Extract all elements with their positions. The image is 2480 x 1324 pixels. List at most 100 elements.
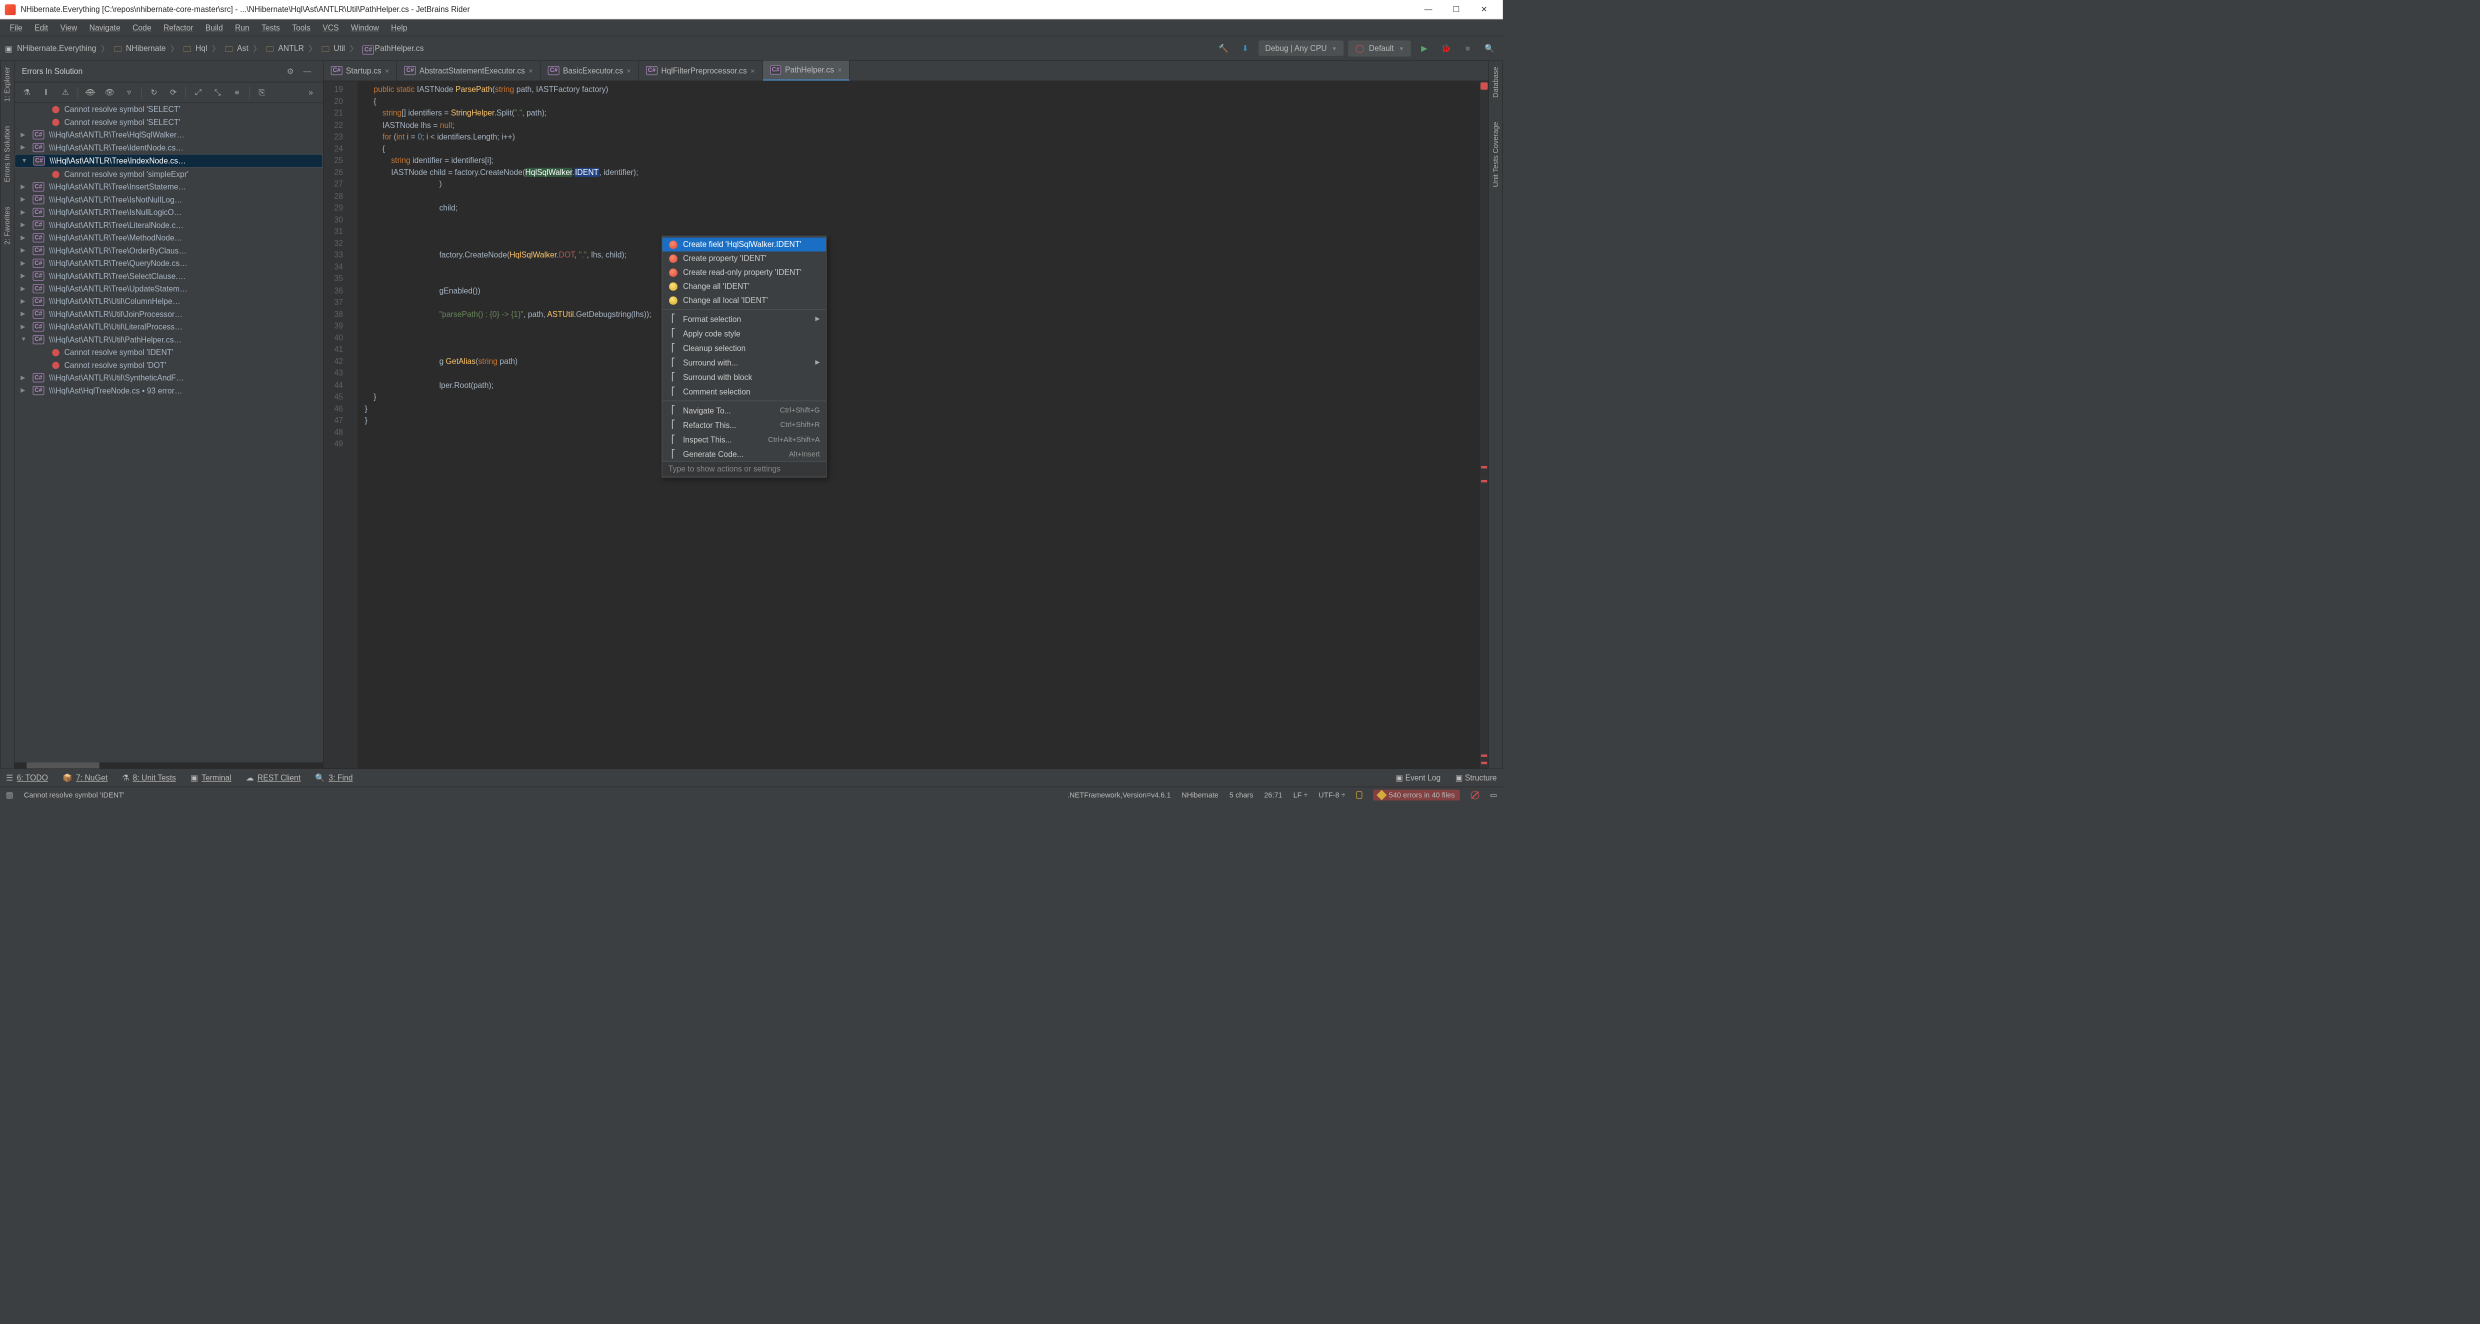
file-item[interactable]: ▶C# \\\Hql\Ast\ANTLR\Tree\MethodNode…: [15, 231, 323, 244]
breadcrumb-item[interactable]: 🗀ANTLR: [266, 44, 304, 53]
run-button[interactable]: ▶: [1416, 40, 1433, 57]
filter-icon[interactable]: ▿: [122, 85, 137, 100]
file-item[interactable]: ▼C# \\\Hql\Ast\ANTLR\Util\PathHelper.cs…: [15, 333, 323, 346]
tool-window-button[interactable]: ▣ Terminal: [191, 773, 232, 783]
launch-selector[interactable]: ◯ Default ▼: [1349, 40, 1411, 56]
error-item[interactable]: Cannot resolve symbol 'SELECT': [15, 103, 323, 116]
editor-tab[interactable]: C#HqlFilterPreprocessor.cs×: [639, 61, 763, 81]
panel-scrollbar[interactable]: [15, 762, 323, 768]
eye-icon[interactable]: 👁: [102, 85, 117, 100]
menu-window[interactable]: Window: [345, 21, 385, 35]
menu-view[interactable]: View: [54, 21, 83, 35]
context-menu-item[interactable]: ⎡Apply code style: [662, 326, 826, 341]
menu-run[interactable]: Run: [229, 21, 256, 35]
menu-vcs[interactable]: VCS: [317, 21, 345, 35]
close-tab-icon[interactable]: ×: [529, 66, 533, 74]
context-menu-item[interactable]: ⎡Comment selection: [662, 384, 826, 399]
file-item[interactable]: ▶C# \\\Hql\Ast\ANTLR\Tree\InsertStateme…: [15, 181, 323, 194]
gear-icon[interactable]: ⚙: [282, 63, 299, 80]
breadcrumb-item[interactable]: ▣NHibernate.Everything: [5, 44, 96, 53]
status-errors[interactable]: 540 errors in 40 files: [1373, 789, 1459, 800]
file-item[interactable]: ▶C# \\\Hql\Ast\ANTLR\Util\SyntheticAndF…: [15, 371, 323, 384]
minimize-button[interactable]: —: [1414, 0, 1442, 19]
file-item[interactable]: ▶C# \\\Hql\Ast\HqlTreeNode.cs • 93 error…: [15, 384, 323, 397]
tool-window-button[interactable]: ▣ Structure: [1455, 773, 1497, 783]
tool-window-button[interactable]: ☁ REST Client: [246, 773, 301, 783]
analyze-icon[interactable]: ⚗: [19, 85, 34, 100]
context-menu-item[interactable]: ⎡Surround with block: [662, 370, 826, 385]
file-item[interactable]: ▶C# \\\Hql\Ast\ANTLR\Tree\LiteralNode.c…: [15, 219, 323, 232]
error-item[interactable]: Cannot resolve symbol 'IDENT': [15, 346, 323, 359]
file-item[interactable]: ▶C# \\\Hql\Ast\ANTLR\Util\JoinProcessor…: [15, 308, 323, 321]
error-item[interactable]: Cannot resolve symbol 'simpleExpr': [15, 168, 323, 181]
status-eol[interactable]: LF ÷: [1293, 791, 1308, 799]
update-button[interactable]: ⬇: [1237, 40, 1254, 57]
file-item[interactable]: ▶C# \\\Hql\Ast\ANTLR\Tree\UpdateStatem…: [15, 282, 323, 295]
menu-file[interactable]: File: [4, 21, 29, 35]
breadcrumb-item[interactable]: C#PathHelper.cs: [363, 44, 424, 53]
file-item[interactable]: ▶C# \\\Hql\Ast\ANTLR\Util\ColumnHelpe…: [15, 295, 323, 308]
code-content[interactable]: public static IASTNode ParsePath(string …: [358, 81, 1480, 768]
tool-window-button[interactable]: 📦 7: NuGet: [63, 773, 108, 783]
right-tab[interactable]: Database: [1491, 67, 1499, 98]
memory-widget[interactable]: ▭: [1490, 791, 1497, 799]
pause-icon[interactable]: ‖: [39, 85, 54, 100]
menu-tests[interactable]: Tests: [256, 21, 287, 35]
tool-window-button[interactable]: ▣ Event Log: [1396, 773, 1441, 783]
context-menu-item[interactable]: ⎡Refactor This...Ctrl+Shift+R: [662, 418, 826, 433]
editor-tab[interactable]: C#Startup.cs×: [324, 61, 398, 81]
search-button[interactable]: 🔍: [1481, 40, 1498, 57]
tool-window-button[interactable]: 🔍 3: Find: [315, 773, 353, 783]
expand-icon[interactable]: ⤢: [191, 85, 206, 100]
context-menu-item[interactable]: ⎡Navigate To...Ctrl+Shift+G: [662, 403, 826, 418]
context-menu-item[interactable]: Create read-only property 'IDENT': [662, 265, 826, 279]
stop-button[interactable]: ■: [1459, 40, 1476, 57]
left-tab[interactable]: 1: Explorer: [3, 67, 11, 102]
status-encoding[interactable]: UTF-8 ÷: [1319, 791, 1346, 799]
menu-build[interactable]: Build: [199, 21, 229, 35]
export-icon[interactable]: ⎘: [255, 85, 270, 100]
breadcrumb-item[interactable]: 🗀Ast: [225, 44, 249, 53]
warning-icon[interactable]: ⚠: [58, 85, 73, 100]
hide-eye-icon[interactable]: 👁: [83, 85, 98, 100]
maximize-button[interactable]: ☐: [1442, 0, 1470, 19]
file-item[interactable]: ▼C# \\\Hql\Ast\ANTLR\Tree\IndexNode.cs…: [15, 154, 323, 168]
menu-tools[interactable]: Tools: [286, 21, 317, 35]
group-icon[interactable]: ≡: [230, 85, 245, 100]
context-menu-item[interactable]: ⎡Surround with...▶: [662, 355, 826, 370]
close-tab-icon[interactable]: ×: [838, 66, 842, 74]
close-tab-icon[interactable]: ×: [627, 66, 631, 74]
reload-icon[interactable]: ⟳: [166, 85, 181, 100]
editor-tab[interactable]: C#BasicExecutor.cs×: [541, 61, 639, 81]
context-menu-item[interactable]: Create field 'HqlSqlWalker.IDENT': [662, 238, 826, 252]
build-button[interactable]: 🔨: [1215, 40, 1232, 57]
editor-tab[interactable]: C#PathHelper.cs×: [763, 61, 850, 81]
more-icon[interactable]: »: [304, 85, 319, 100]
file-item[interactable]: ▶C# \\\Hql\Ast\ANTLR\Tree\OrderByClaus…: [15, 244, 323, 257]
file-item[interactable]: ▶C# \\\Hql\Ast\ANTLR\Tree\QueryNode.cs…: [15, 257, 323, 270]
menu-code[interactable]: Code: [126, 21, 157, 35]
error-tree[interactable]: Cannot resolve symbol 'SELECT' Cannot re…: [15, 103, 323, 762]
inspection-off-icon[interactable]: [1471, 791, 1479, 799]
tool-window-button[interactable]: ☰ 6: TODO: [6, 773, 48, 783]
breadcrumb-item[interactable]: 🗀NHibernate: [114, 44, 166, 53]
context-menu[interactable]: Create field 'HqlSqlWalker.IDENT'Create …: [662, 236, 827, 478]
context-menu-item[interactable]: ⎡Cleanup selection: [662, 341, 826, 356]
fold-gutter[interactable]: [347, 81, 358, 768]
context-menu-item[interactable]: ⎡Format selection▶: [662, 311, 826, 326]
file-item[interactable]: ▶C# \\\Hql\Ast\ANTLR\Tree\HqlSqlWalker…: [15, 128, 323, 141]
file-item[interactable]: ▶C# \\\Hql\Ast\ANTLR\Tree\IsNotNullLog…: [15, 193, 323, 206]
tool-window-button[interactable]: ⚗ 8: Unit Tests: [122, 773, 176, 783]
left-tab[interactable]: 2: Favorites: [3, 206, 11, 244]
context-menu-item[interactable]: Create property 'IDENT': [662, 251, 826, 265]
context-menu-item[interactable]: ⎡Generate Code...Alt+Insert: [662, 447, 826, 462]
file-item[interactable]: ▶C# \\\Hql\Ast\ANTLR\Tree\SelectClause.…: [15, 270, 323, 283]
menu-refactor[interactable]: Refactor: [157, 21, 199, 35]
context-menu-item[interactable]: Change all 'IDENT': [662, 279, 826, 293]
context-menu-item[interactable]: ⎡Inspect This...Ctrl+Alt+Shift+A: [662, 432, 826, 447]
menu-edit[interactable]: Edit: [28, 21, 54, 35]
file-item[interactable]: ▶C# \\\Hql\Ast\ANTLR\Tree\IdentNode.cs…: [15, 141, 323, 154]
breadcrumb-item[interactable]: 🗀Util: [322, 44, 346, 53]
left-tab[interactable]: Errors In Solution: [3, 126, 11, 182]
right-tab[interactable]: Unit Tests Coverage: [1491, 122, 1499, 187]
